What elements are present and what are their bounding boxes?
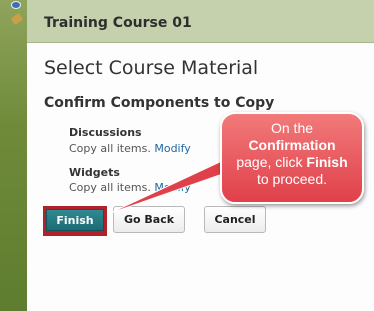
callout-line-1: On the [270, 120, 314, 136]
callout-line-3-bold: Finish [306, 154, 348, 170]
instruction-callout: On the Confirmation page, click Finish t… [220, 112, 364, 204]
callout-line-3-text: page, click [236, 154, 303, 170]
callout-line-2: Confirmation [248, 137, 336, 153]
callout-line-4: to proceed. [256, 171, 328, 187]
callout-arrow [107, 159, 235, 215]
